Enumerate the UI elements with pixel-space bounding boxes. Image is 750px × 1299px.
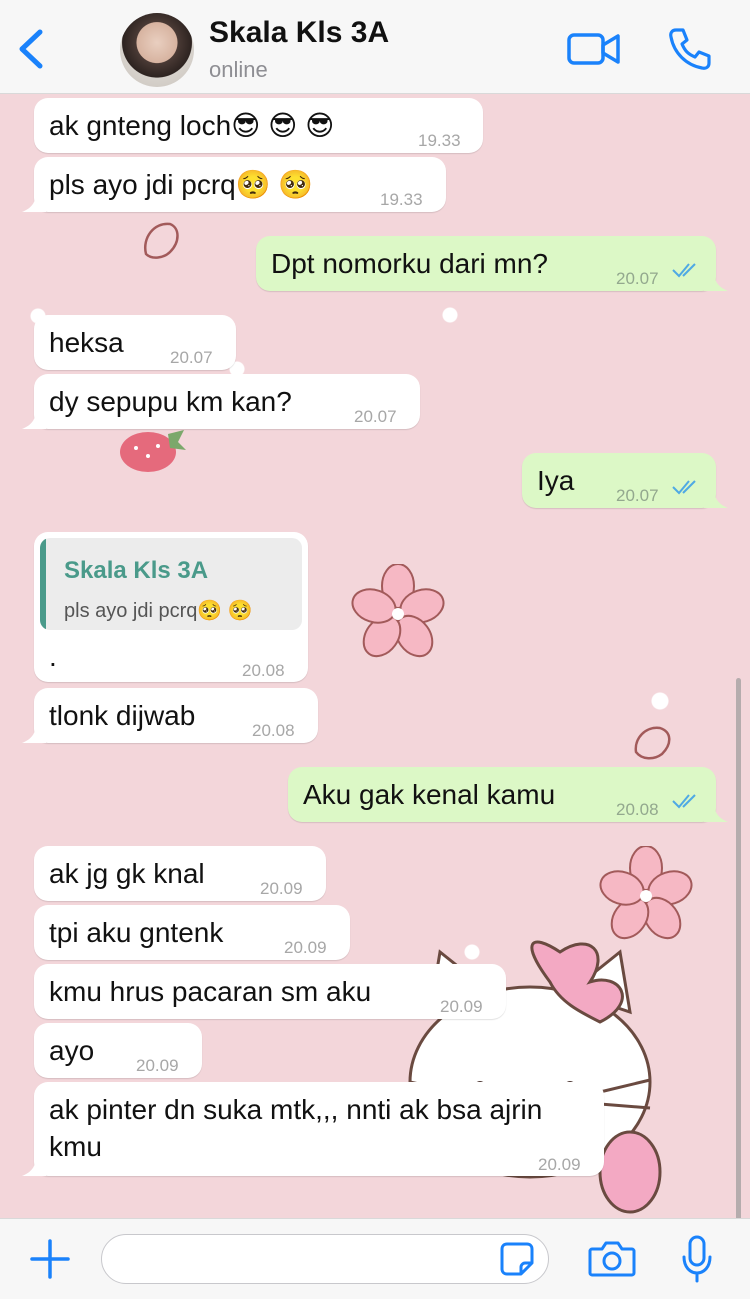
message-incoming[interactable]: ak pinter dn suka mtk,,, nnti ak bsa ajr… xyxy=(22,1082,604,1176)
message-time: 20.08 xyxy=(616,800,659,819)
sticker-icon xyxy=(500,1242,534,1276)
message-incoming[interactable]: ayo 20.09 xyxy=(34,1023,202,1078)
message-text: tpi aku gntenk xyxy=(49,917,224,948)
message-outgoing[interactable]: Iya 20.07 xyxy=(522,453,728,508)
quoted-sender: Skala Kls 3A xyxy=(64,557,209,584)
read-receipt-icon xyxy=(672,480,696,495)
message-text: Aku gak kenal kamu xyxy=(303,779,556,810)
video-call-button[interactable] xyxy=(566,30,622,68)
message-time: 20.08 xyxy=(242,661,285,680)
message-input[interactable] xyxy=(101,1234,549,1284)
message-time: 20.09 xyxy=(136,1056,179,1075)
message-time: 20.07 xyxy=(616,486,659,505)
message-text: ayo xyxy=(49,1035,95,1066)
message-text: kmu hrus pacaran sm aku xyxy=(49,976,372,1007)
message-text: Iya xyxy=(537,465,575,496)
message-text-line1: ak pinter dn suka mtk,,, nnti ak bsa ajr… xyxy=(49,1094,543,1125)
avatar[interactable] xyxy=(120,13,194,87)
message-incoming[interactable]: dy sepupu km kan? 20.07 xyxy=(22,374,420,429)
message-time: 20.07 xyxy=(616,269,659,288)
camera-button[interactable] xyxy=(588,1239,636,1279)
message-text: dy sepupu km kan? xyxy=(49,386,292,417)
chat-header: Skala Kls 3A online xyxy=(0,0,750,94)
petal-decoration xyxy=(634,726,671,760)
bubble-tail xyxy=(22,409,46,429)
bubble-tail xyxy=(704,488,728,508)
attach-button[interactable] xyxy=(28,1237,72,1281)
bubble-tail xyxy=(704,271,728,291)
message-text: pls ayo jdi pcrq🥺 🥺 xyxy=(49,169,314,200)
message-time: 19.33 xyxy=(418,131,461,150)
sticker-button[interactable] xyxy=(499,1241,535,1277)
message-time: 20.09 xyxy=(260,879,303,898)
message-text: ak gnteng loch😎 😎 😎 xyxy=(49,110,335,141)
message-text: . xyxy=(49,641,57,672)
message-text: ak jg gk knal xyxy=(49,858,205,889)
message-incoming[interactable]: heksa 20.07 xyxy=(34,315,236,370)
message-time: 20.08 xyxy=(252,721,295,740)
bubble-tail xyxy=(22,192,46,212)
message-incoming[interactable]: tpi aku gntenk 20.09 xyxy=(34,905,350,960)
read-receipt-icon xyxy=(672,263,696,278)
bubble-tail xyxy=(22,1156,46,1176)
quoted-message[interactable]: Skala Kls 3A pls ayo jdi pcrq🥺 🥺 xyxy=(40,538,302,630)
message-time: 20.09 xyxy=(538,1155,581,1174)
flower-decoration xyxy=(351,564,445,658)
video-camera-icon xyxy=(567,33,620,65)
bubble-tail xyxy=(704,802,728,822)
message-incoming[interactable]: tlonk dijwab 20.08 xyxy=(22,688,318,743)
message-input-bar xyxy=(0,1218,750,1299)
message-incoming-reply[interactable]: Skala Kls 3A pls ayo jdi pcrq🥺 🥺 . 20.08 xyxy=(34,532,308,682)
message-time: 20.09 xyxy=(440,997,483,1016)
message-text: tlonk dijwab xyxy=(49,700,196,731)
message-text: Dpt nomorku dari mn? xyxy=(271,248,549,279)
contact-name[interactable]: Skala Kls 3A xyxy=(209,16,389,50)
bubble-tail xyxy=(22,723,46,743)
message-time: 20.07 xyxy=(170,348,213,367)
message-incoming[interactable]: ak gnteng loch😎 😎 😎 19.33 xyxy=(34,98,483,153)
flower-decoration xyxy=(599,846,693,940)
chat-area[interactable]: ak gnteng loch😎 😎 😎 19.33 pls ayo jdi pc… xyxy=(0,94,750,1218)
message-text: heksa xyxy=(49,327,124,358)
message-text-line2: kmu xyxy=(49,1131,102,1162)
message-outgoing[interactable]: Dpt nomorku dari mn? 20.07 xyxy=(256,236,728,291)
scrollbar[interactable] xyxy=(736,678,741,1218)
message-outgoing[interactable]: Aku gak kenal kamu 20.08 xyxy=(288,767,728,822)
message-time: 19.33 xyxy=(380,190,423,209)
back-button[interactable] xyxy=(14,26,50,72)
message-incoming[interactable]: pls ayo jdi pcrq🥺 🥺 19.33 xyxy=(22,157,446,212)
contact-status: online xyxy=(209,57,268,82)
microphone-icon xyxy=(682,1235,712,1283)
plus-icon xyxy=(30,1239,70,1279)
message-incoming[interactable]: ak jg gk knal 20.09 xyxy=(34,846,326,901)
voice-call-button[interactable] xyxy=(666,26,712,72)
message-time: 20.09 xyxy=(284,938,327,957)
message-incoming[interactable]: kmu hrus pacaran sm aku 20.09 xyxy=(34,964,506,1019)
microphone-button[interactable] xyxy=(680,1235,714,1283)
petal-decoration xyxy=(143,222,179,259)
message-time: 20.07 xyxy=(354,407,397,426)
read-receipt-icon xyxy=(672,794,696,809)
quoted-text: pls ayo jdi pcrq🥺 🥺 xyxy=(64,600,253,622)
strawberry-decoration xyxy=(120,430,186,472)
chevron-left-icon xyxy=(19,29,43,69)
camera-icon xyxy=(588,1241,636,1277)
phone-icon xyxy=(669,28,711,70)
quote-accent-bar xyxy=(40,538,46,630)
